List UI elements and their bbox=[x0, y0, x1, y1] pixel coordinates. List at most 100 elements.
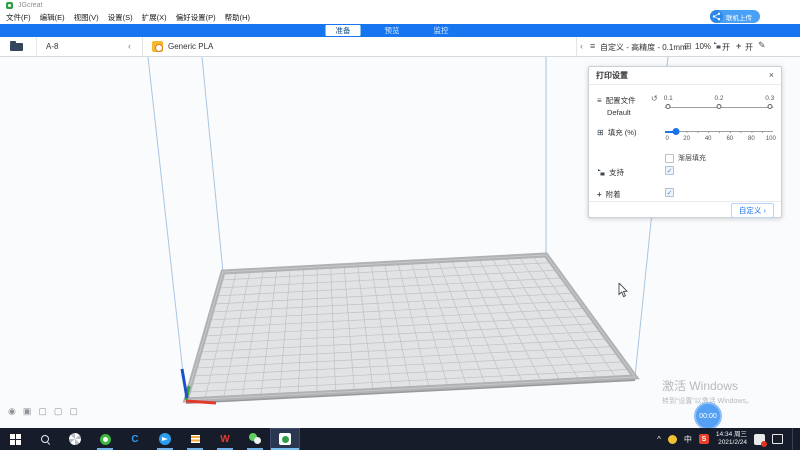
profile-summary[interactable]: 自定义 - 高精度 - 0.1mm bbox=[600, 42, 687, 53]
action-center-icon[interactable] bbox=[772, 434, 783, 444]
title-bar: JGcreat bbox=[0, 0, 800, 11]
infill-slider-handle[interactable] bbox=[672, 128, 679, 135]
infill-tick-60: 60 bbox=[726, 136, 733, 142]
menu-extensions[interactable]: 扩展(X) bbox=[142, 12, 167, 23]
profile-stop-03[interactable] bbox=[767, 104, 772, 109]
taskbar-app-store[interactable] bbox=[180, 428, 210, 450]
wechat-icon bbox=[249, 433, 262, 445]
online-upload-button[interactable]: 联机上传 bbox=[710, 10, 760, 23]
stage-tabs: 准备 预览 监控 bbox=[326, 24, 459, 37]
tray-yellow-icon[interactable] bbox=[668, 435, 677, 444]
support-checkbox[interactable]: ✓ bbox=[665, 166, 674, 175]
menu-preferences[interactable]: 偏好设置(P) bbox=[176, 12, 216, 23]
layers-icon: ≡ bbox=[590, 41, 595, 51]
profile-stop-02[interactable] bbox=[717, 104, 722, 109]
infill-summary[interactable]: 10% bbox=[695, 42, 711, 51]
printer-selector-label[interactable]: A-8 bbox=[46, 42, 58, 51]
profile-slider-track[interactable] bbox=[665, 103, 773, 112]
taskbar-app-wechat[interactable] bbox=[240, 428, 270, 450]
view-right-icon[interactable]: ▢ bbox=[69, 406, 78, 416]
panel-header: 打印设置 × bbox=[589, 67, 781, 85]
start-button[interactable] bbox=[0, 428, 30, 450]
application-window: JGcreat 文件(F) 编辑(E) 视图(V) 设置(S) 扩展(X) 偏好… bbox=[0, 0, 800, 450]
print-time-badge: 00:00 bbox=[694, 402, 722, 430]
taskbar-app-360[interactable] bbox=[90, 428, 120, 450]
tab-preview[interactable]: 预览 bbox=[375, 25, 410, 36]
online-upload-label: 联机上传 bbox=[726, 12, 752, 22]
tab-monitor[interactable]: 监控 bbox=[424, 25, 459, 36]
tray-expand-chevron-icon[interactable]: ^ bbox=[657, 435, 661, 444]
infill-tick-labels: 0 20 40 60 80 100 bbox=[665, 136, 773, 144]
taskbar-app-c[interactable]: C bbox=[120, 428, 150, 450]
print-settings-panel: 打印设置 × ≡ 配置文件 ↺ Default 0.1 0.2 0.3 bbox=[588, 66, 782, 218]
taskbar-app-pinwheel[interactable] bbox=[60, 428, 90, 450]
adhesion-icon: + bbox=[597, 190, 602, 199]
infill-tick-0: 0 bbox=[665, 136, 668, 142]
custom-settings-button[interactable]: 自定义 › bbox=[731, 203, 774, 218]
taskbar-clock[interactable]: 14:34 周三 2021/2/24 bbox=[716, 431, 747, 447]
infill-tick-40: 40 bbox=[705, 136, 712, 142]
support-icon bbox=[713, 41, 721, 51]
infill-label: 填充 (%) bbox=[608, 127, 637, 138]
edit-settings-pencil-icon[interactable]: ✎ bbox=[758, 40, 766, 51]
menu-help[interactable]: 帮助(H) bbox=[225, 12, 250, 23]
printer-collapse-chevron-icon[interactable]: ‹ bbox=[128, 41, 131, 51]
letter-w-icon: W bbox=[220, 434, 229, 445]
support-label: 支持 bbox=[609, 167, 624, 178]
app-logo-icon bbox=[6, 2, 13, 9]
taskbar-app-messenger[interactable] bbox=[150, 428, 180, 450]
letter-c-icon: C bbox=[131, 434, 138, 445]
profile-tick-03: 0.3 bbox=[765, 95, 774, 102]
taskbar-search-button[interactable] bbox=[30, 428, 60, 450]
view-3d-icon[interactable]: ◉ bbox=[8, 406, 16, 416]
toolbar-separator bbox=[142, 37, 143, 56]
material-selector-label[interactable]: Generic PLA bbox=[168, 42, 213, 51]
profile-tick-labels: 0.1 0.2 0.3 bbox=[665, 95, 773, 103]
building-icon bbox=[189, 433, 201, 445]
open-file-button[interactable] bbox=[8, 41, 28, 53]
menu-file[interactable]: 文件(F) bbox=[6, 12, 31, 23]
support-icon bbox=[597, 168, 605, 178]
tab-prepare[interactable]: 准备 bbox=[326, 25, 361, 36]
view-top-icon[interactable]: ▢ bbox=[38, 406, 47, 416]
menu-edit[interactable]: 编辑(E) bbox=[40, 12, 65, 23]
clock-date: 2021/2/24 bbox=[716, 439, 747, 447]
taskbar-app-jgcreat[interactable] bbox=[270, 428, 300, 450]
share-icon bbox=[710, 10, 723, 23]
menu-settings[interactable]: 设置(S) bbox=[108, 12, 133, 23]
ime-sogou-icon[interactable]: S bbox=[699, 434, 709, 444]
tray-notification-icon[interactable] bbox=[754, 434, 765, 445]
adhesion-label-group: + 附着 bbox=[597, 189, 621, 200]
menu-view[interactable]: 视图(V) bbox=[74, 12, 99, 23]
view-front-icon[interactable]: ▣ bbox=[23, 406, 32, 416]
settings-collapse-chevron-icon[interactable]: ‹ bbox=[580, 41, 583, 51]
stage-bar: 准备 预览 监控 bbox=[0, 24, 800, 37]
infill-slider-track[interactable] bbox=[665, 127, 773, 136]
taskbar-app-w[interactable]: W bbox=[210, 428, 240, 450]
gradual-infill-label: 渐层填充 bbox=[678, 153, 706, 163]
paper-plane-icon bbox=[159, 433, 171, 445]
view-left-icon[interactable]: ▢ bbox=[54, 406, 63, 416]
profile-slider[interactable]: 0.1 0.2 0.3 bbox=[665, 95, 773, 112]
adhesion-state[interactable]: 开 bbox=[745, 42, 753, 53]
support-label-group: 支持 bbox=[597, 167, 624, 178]
close-icon[interactable]: × bbox=[769, 71, 774, 80]
profile-label: 配置文件 bbox=[606, 95, 636, 106]
support-state[interactable]: 开 bbox=[722, 42, 730, 53]
show-desktop-strip[interactable] bbox=[792, 428, 794, 450]
infill-slider[interactable]: 0 20 40 60 80 100 bbox=[665, 127, 773, 144]
adhesion-checkbox[interactable]: ✓ bbox=[665, 188, 674, 197]
gradual-infill-checkbox[interactable] bbox=[665, 154, 674, 163]
profile-tick-02: 0.2 bbox=[714, 95, 723, 102]
green-ring-icon bbox=[100, 434, 111, 445]
profile-tick-01: 0.1 bbox=[664, 95, 673, 102]
configuration-toolbar: A-8 ‹ Generic PLA ‹ ≡ 自定义 - 高精度 - 0.1mm … bbox=[0, 37, 800, 57]
profile-stop-01[interactable] bbox=[666, 104, 671, 109]
ime-language-indicator[interactable]: 中 bbox=[684, 434, 692, 445]
reset-profile-icon[interactable]: ↺ bbox=[651, 94, 658, 103]
gradual-infill-option: 渐层填充 bbox=[665, 153, 706, 163]
infill-grid-icon: ⊞ bbox=[597, 128, 604, 137]
infill-tick-20: 20 bbox=[683, 136, 690, 142]
panel-footer: 自定义 › bbox=[589, 201, 781, 218]
search-icon bbox=[40, 434, 51, 445]
